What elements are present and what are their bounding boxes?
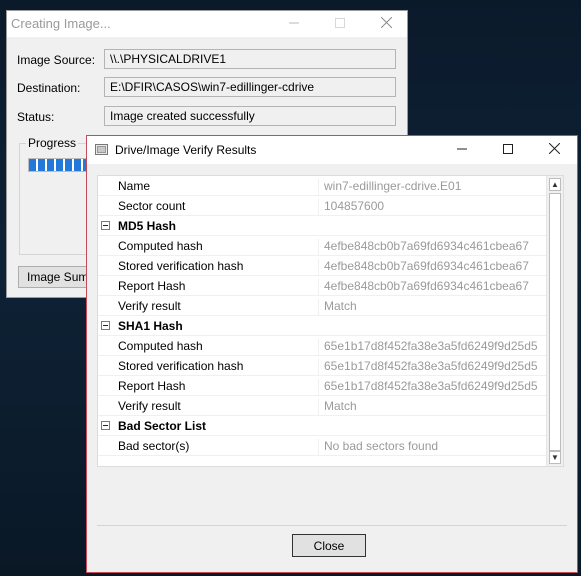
verify-results-title: Drive/Image Verify Results [115, 143, 257, 157]
progress-bar [28, 158, 90, 172]
minimize-icon [289, 17, 299, 31]
property-value: 65e1b17d8f452fa38e3a5fd6249f9d25d5 [324, 379, 538, 393]
minimize-button[interactable] [271, 11, 317, 37]
property-name: Sector count [118, 199, 319, 215]
collapse-icon[interactable] [101, 421, 110, 430]
image-source-field[interactable]: \\.\PHYSICALDRIVE1 [104, 49, 396, 69]
image-source-label: Image Source: [17, 53, 96, 67]
divider [97, 525, 567, 526]
tree-row[interactable]: Computed hash 4efbe848cb0b7a69fd6934c461c… [98, 236, 548, 256]
tree-rows: Name win7-edillinger-cdrive.E01 Sector cou… [98, 176, 548, 456]
property-value: 4efbe848cb0b7a69fd6934c461cbea67 [324, 239, 529, 253]
tree-row[interactable]: Report Hash 65e1b17d8f452fa38e3a5fd6249f9… [98, 376, 548, 396]
app-icon [95, 143, 108, 159]
destination-label: Destination: [17, 81, 81, 95]
verify-results-dialog: Drive/Image Verify Results Name win7-edil… [86, 135, 578, 573]
down-arrow-icon: ▼ [551, 453, 559, 462]
status-label: Status: [17, 110, 55, 124]
property-name: Computed hash [118, 339, 319, 355]
maximize-icon [335, 17, 345, 31]
dialog-maximize-button[interactable] [485, 136, 531, 164]
property-name: Stored verification hash [118, 259, 319, 275]
scroll-up-button[interactable]: ▲ [549, 178, 561, 191]
tree-section[interactable]: SHA1 Hash [98, 316, 548, 336]
property-name: Stored verification hash [118, 359, 319, 375]
tree-row[interactable]: Computed hash 65e1b17d8f452fa38e3a5fd6249… [98, 336, 548, 356]
section-label: Bad Sector List [118, 419, 207, 433]
tree-row[interactable]: Sector count 104857600 [98, 196, 548, 216]
status-field[interactable]: Image created successfully [104, 106, 396, 126]
property-name: Verify result [118, 299, 319, 315]
tree-section[interactable]: MD5 Hash [98, 216, 548, 236]
close-window-button[interactable] [363, 11, 409, 37]
property-name: Report Hash [118, 379, 319, 395]
creating-image-titlebar[interactable]: Creating Image... [7, 11, 407, 37]
section-label: MD5 Hash [118, 219, 177, 233]
property-value: win7-edillinger-cdrive.E01 [324, 179, 462, 193]
close-icon [548, 142, 560, 157]
maximize-icon [503, 143, 513, 157]
destination-field[interactable]: E:\DFIR\CASOS\win7-edillinger-cdrive [104, 77, 396, 97]
scroll-down-button[interactable]: ▼ [549, 451, 561, 464]
collapse-icon[interactable] [101, 221, 110, 230]
progress-fill [29, 159, 89, 171]
property-name: Computed hash [118, 239, 319, 255]
property-value: 65e1b17d8f452fa38e3a5fd6249f9d25d5 [324, 359, 538, 373]
tree-row[interactable]: Verify result Match [98, 296, 548, 316]
maximize-button[interactable] [317, 11, 363, 37]
tree-row[interactable]: Name win7-edillinger-cdrive.E01 [98, 176, 548, 196]
verify-results-titlebar[interactable]: Drive/Image Verify Results [87, 136, 577, 164]
tree-row[interactable]: Stored verification hash 4efbe848cb0b7a69… [98, 256, 548, 276]
up-arrow-icon: ▲ [551, 180, 559, 189]
creating-image-title: Creating Image... [11, 16, 111, 31]
property-name: Name [118, 179, 319, 195]
vertical-scrollbar[interactable]: ▲ ▼ [546, 176, 563, 466]
close-button[interactable]: Close [292, 534, 366, 557]
collapse-icon[interactable] [101, 321, 110, 330]
minimize-icon [457, 143, 467, 157]
property-value: 4efbe848cb0b7a69fd6934c461cbea67 [324, 259, 529, 273]
progress-label: Progress [26, 136, 79, 150]
dialog-close-window-button[interactable] [531, 136, 577, 164]
property-value: 65e1b17d8f452fa38e3a5fd6249f9d25d5 [324, 339, 538, 353]
property-value: Match [324, 299, 357, 313]
scroll-thumb[interactable] [549, 193, 561, 451]
section-label: SHA1 Hash [118, 319, 183, 333]
tree-row[interactable]: Report Hash 4efbe848cb0b7a69fd6934c461cbe… [98, 276, 548, 296]
verify-results-tree[interactable]: Name win7-edillinger-cdrive.E01 Sector cou… [97, 175, 564, 467]
tree-row[interactable]: Bad sector(s) No bad sectors found [98, 436, 548, 456]
property-name: Verify result [118, 399, 319, 415]
dialog-minimize-button[interactable] [439, 136, 485, 164]
property-value: 104857600 [324, 199, 385, 213]
close-icon [380, 16, 392, 31]
property-value: 4efbe848cb0b7a69fd6934c461cbea67 [324, 279, 529, 293]
tree-row[interactable]: Verify result Match [98, 396, 548, 416]
tree-section[interactable]: Bad Sector List [98, 416, 548, 436]
property-name: Report Hash [118, 279, 319, 295]
property-value: Match [324, 399, 357, 413]
tree-row[interactable]: Stored verification hash 65e1b17d8f452fa3… [98, 356, 548, 376]
property-name: Bad sector(s) [118, 439, 319, 455]
property-value: No bad sectors found [324, 439, 439, 453]
